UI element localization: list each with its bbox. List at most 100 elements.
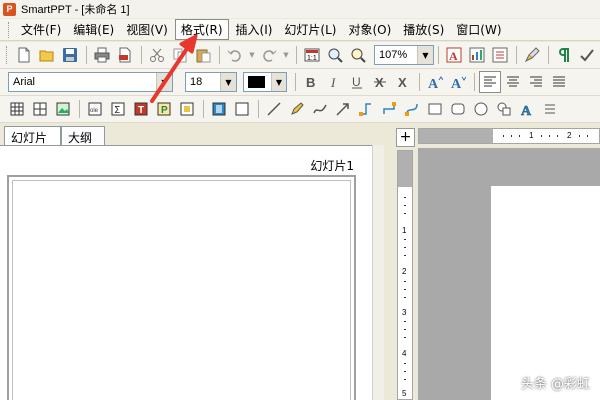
curve-tool-button[interactable] <box>309 98 331 120</box>
paste-icon <box>196 49 211 63</box>
slide-editor-canvas[interactable] <box>418 148 600 400</box>
menu-play[interactable]: 播放(S) <box>398 20 449 39</box>
left-panel-tabs: 幻灯片 大纲 <box>0 124 380 146</box>
menubar-grip[interactable] <box>8 21 11 38</box>
ellipse-tool-button[interactable] <box>470 98 492 120</box>
more-tools-button[interactable] <box>539 98 561 120</box>
undo-button[interactable] <box>224 44 246 66</box>
zoom-select[interactable]: 107% ▼ <box>374 45 434 65</box>
menu-view[interactable]: 视图(V) <box>121 20 173 39</box>
insert-paragraph-button[interactable]: P <box>153 98 175 120</box>
connector-tool-button[interactable] <box>355 98 377 120</box>
bold-button[interactable]: B <box>300 71 322 93</box>
horizontal-ruler: 1 2 <box>418 128 600 144</box>
ruler-tick <box>404 289 406 290</box>
insert-table-button[interactable] <box>6 98 28 120</box>
font-color-select[interactable]: ▼ <box>243 72 287 92</box>
menu-insert[interactable]: 插入(I) <box>231 20 278 39</box>
insert-placeholder-button[interactable] <box>176 98 198 120</box>
rounded-rect-tool-button[interactable] <box>447 98 469 120</box>
wordart-tool-button[interactable]: A <box>516 98 538 120</box>
underline-icon: U <box>352 75 362 89</box>
tab-outline[interactable]: 大纲 <box>61 126 105 146</box>
toolbar-grip[interactable] <box>6 46 9 64</box>
panel-splitter[interactable] <box>384 124 394 400</box>
clear-format-button[interactable]: X <box>392 71 414 93</box>
open-file-button[interactable] <box>36 44 58 66</box>
redo-dropdown[interactable]: ▼ <box>281 44 291 66</box>
align-left-button[interactable] <box>479 71 501 93</box>
ruler-tick <box>404 329 406 330</box>
zoom-out-button[interactable] <box>347 44 369 66</box>
underline-button[interactable]: U <box>346 71 368 93</box>
chevron-down-icon: ▼ <box>270 73 286 91</box>
line-tool-button[interactable] <box>263 98 285 120</box>
insert-chart-button[interactable] <box>466 44 488 66</box>
window-title: SmartPPT - [未命名 1] <box>21 4 130 16</box>
pencil-tool-button[interactable] <box>286 98 308 120</box>
insert-formula-button[interactable]: Σ <box>107 98 129 120</box>
insert-video-button[interactable] <box>208 98 230 120</box>
font-size-select[interactable]: 18 ▼ <box>185 72 237 92</box>
copy-button[interactable] <box>169 44 191 66</box>
decrease-font-button[interactable]: A <box>447 71 469 93</box>
rounded-rectangle-icon <box>451 103 465 115</box>
save-button[interactable] <box>59 44 81 66</box>
slide-thumbnail[interactable] <box>7 175 356 400</box>
menu-edit[interactable]: 编辑(E) <box>68 20 119 39</box>
format-toolbar: Arial ▼ 18 ▼ ▼ B I U X X A A <box>0 69 600 96</box>
slide-thumbnail-label: 幻灯片1 <box>310 159 354 173</box>
menu-format[interactable]: 格式(R) <box>174 19 229 40</box>
spell-check-button[interactable] <box>576 44 598 66</box>
italic-button[interactable]: I <box>323 71 345 93</box>
show-marks-button[interactable] <box>553 44 575 66</box>
elbow-connector-button[interactable] <box>378 98 400 120</box>
print-button[interactable] <box>91 44 113 66</box>
undo-dropdown[interactable]: ▼ <box>247 44 257 66</box>
insert-ole-button[interactable]: ole <box>84 98 106 120</box>
rectangle-tool-button[interactable] <box>424 98 446 120</box>
justify-button[interactable] <box>548 71 570 93</box>
tab-slides[interactable]: 幻灯片 <box>4 126 61 146</box>
printer-icon <box>94 47 110 63</box>
slides-panel-scrollbar[interactable] <box>372 145 384 400</box>
cut-button[interactable] <box>146 44 168 66</box>
toolbar-separator <box>295 73 296 91</box>
export-pdf-button[interactable] <box>114 44 136 66</box>
elbow-connector-icon <box>383 102 396 114</box>
align-right-button[interactable] <box>525 71 547 93</box>
vertical-ruler: 1 2 3 4 5 <box>397 150 413 400</box>
redo-button[interactable] <box>258 44 280 66</box>
strikethrough-button[interactable]: X <box>369 71 391 93</box>
slide-number-button[interactable]: 1:1 <box>301 44 323 66</box>
ruler-corner-button[interactable]: + <box>396 128 415 147</box>
font-name-select[interactable]: Arial ▼ <box>8 72 173 92</box>
insert-grid-button[interactable] <box>29 98 51 120</box>
text-style-button[interactable]: A <box>443 44 465 66</box>
arrow-tool-button[interactable] <box>332 98 354 120</box>
insert-textbox-button[interactable]: T <box>130 98 152 120</box>
svg-text:I: I <box>330 75 336 90</box>
new-file-button[interactable] <box>13 44 35 66</box>
menu-file[interactable]: 文件(F) <box>16 20 66 39</box>
slide-page[interactable] <box>491 186 600 400</box>
svg-text:P: P <box>161 105 168 116</box>
insert-list-button[interactable] <box>489 44 511 66</box>
insert-frame-button[interactable] <box>231 98 253 120</box>
paste-button[interactable] <box>192 44 214 66</box>
menu-window[interactable]: 窗口(W) <box>451 20 506 39</box>
format-painter-button[interactable] <box>521 44 543 66</box>
increase-font-button[interactable]: A <box>424 71 446 93</box>
zoom-in-button[interactable] <box>324 44 346 66</box>
insert-image-button[interactable] <box>52 98 74 120</box>
font-size-value: 18 <box>190 76 203 88</box>
align-left-icon <box>484 76 496 87</box>
curved-connector-button[interactable] <box>401 98 423 120</box>
menu-slideshow[interactable]: 幻灯片(L) <box>279 20 341 39</box>
shapes-icon <box>497 102 511 116</box>
align-center-button[interactable] <box>502 71 524 93</box>
menu-object[interactable]: 对象(O) <box>343 20 396 39</box>
image-icon <box>56 102 70 116</box>
shapes-tool-button[interactable] <box>493 98 515 120</box>
svg-text:B: B <box>306 75 315 90</box>
